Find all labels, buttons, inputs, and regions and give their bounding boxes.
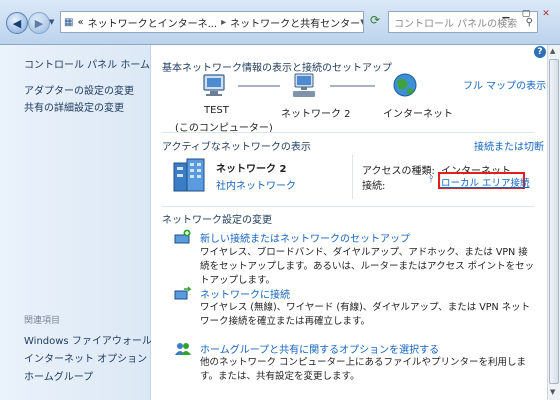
help-icon[interactable]: ?: [534, 46, 546, 58]
network-folder-icon: ▦: [64, 16, 74, 28]
workplace-network-icon: [173, 158, 205, 192]
connect-network-icon: [174, 286, 192, 300]
close-button[interactable]: ✕: [536, 6, 556, 22]
sidebar-item-internet-options[interactable]: インターネット オプション: [24, 350, 147, 365]
access-type-label: アクセスの種類:: [362, 166, 435, 177]
back-arrow-icon: ◀: [12, 16, 22, 30]
active-network-name: ネットワーク 2: [216, 164, 287, 175]
divider: [162, 132, 534, 133]
computer-icon: [203, 74, 225, 96]
refresh-icon[interactable]: ⟳: [366, 13, 384, 29]
breadcrumb-network-center[interactable]: ネットワークと共有センター: [230, 15, 360, 30]
sidebar-item-adapter-settings[interactable]: アダプターの設定の変更: [24, 82, 134, 97]
address-dropdown-icon[interactable]: ▼: [360, 18, 363, 26]
address-bar[interactable]: ▦ « ネットワークとインターネ... ▸ ネットワークと共有センター ▼: [60, 11, 364, 33]
vertical-scrollbar[interactable]: ▲ ▼: [547, 45, 560, 400]
minimize-button[interactable]: ▁: [496, 6, 516, 22]
internet-globe-icon: [393, 73, 417, 97]
task-homegroup-desc: 他のネットワーク コンピューター上にあるファイルやプリンターを利用します。または…: [200, 357, 527, 382]
address-toolbar: ◀ ▶ ▼ ▦ « ネットワークとインターネ... ▸ ネットワークと共有センタ…: [0, 0, 560, 45]
full-map-link[interactable]: フル マップの表示: [463, 77, 546, 92]
sidebar-item-windows-firewall[interactable]: Windows ファイアウォール: [24, 332, 152, 347]
maximize-button[interactable]: ▢: [516, 6, 536, 22]
ethernet-icon: ⫯: [429, 174, 434, 185]
scroll-down-icon[interactable]: ▼: [550, 388, 555, 396]
breadcrumb-prefix[interactable]: «: [77, 17, 83, 28]
breadcrumb-network-internet[interactable]: ネットワークとインターネ...: [88, 15, 218, 30]
network-map: [203, 73, 417, 97]
task-homegroup-link[interactable]: ホームグループと共有に関するオプションを選択する: [200, 341, 439, 356]
network-type-link[interactable]: 社内ネットワーク: [216, 177, 296, 192]
scroll-up-icon[interactable]: ▲: [550, 47, 555, 55]
scroll-thumb[interactable]: [549, 59, 559, 384]
sidebar-control-panel-home[interactable]: コントロール パネル ホーム: [24, 56, 150, 71]
new-connection-icon: [174, 229, 191, 244]
forward-button[interactable]: ▶: [28, 12, 50, 34]
history-dropdown-icon[interactable]: ▼: [49, 18, 54, 26]
divider: [162, 206, 534, 207]
change-settings-heading: ネットワーク設定の変更: [162, 215, 272, 226]
sidebar-item-homegroup[interactable]: ホームグループ: [24, 368, 93, 383]
connection-label: 接続:: [362, 181, 386, 192]
network-details-divider: [352, 155, 353, 199]
task-connect-network-link[interactable]: ネットワークに接続: [200, 286, 290, 301]
task-connect-network-desc: ワイヤレス (無線)、ワイヤード (有線)、ダイヤルアップ、または VPN ネッ…: [200, 302, 531, 327]
connect-disconnect-link[interactable]: 接続または切断: [474, 138, 544, 153]
map-node-network-label: ネットワーク 2: [281, 109, 351, 120]
forward-arrow-icon: ▶: [34, 16, 44, 30]
task-new-connection-desc: ワイヤレス、ブロードバンド、ダイヤルアップ、アドホック、または VPN 接続をセ…: [200, 247, 535, 286]
sidebar-item-advanced-sharing[interactable]: 共有の詳細設定の変更: [24, 99, 124, 114]
map-node-internet-label: インターネット: [383, 109, 453, 120]
task-new-connection-link[interactable]: 新しい接続またはネットワークのセットアップ: [200, 230, 410, 245]
homegroup-icon: [175, 343, 191, 355]
active-networks-heading: アクティブなネットワークの表示: [162, 142, 311, 153]
map-node-computer-label: TEST: [204, 105, 229, 116]
see-also-heading: 関連項目: [24, 316, 61, 326]
back-button[interactable]: ◀: [6, 12, 28, 34]
local-area-connection-link[interactable]: ローカル エリア接続: [441, 175, 530, 189]
network-icon: [293, 73, 315, 97]
breadcrumb-separator-icon: ▸: [221, 16, 227, 28]
